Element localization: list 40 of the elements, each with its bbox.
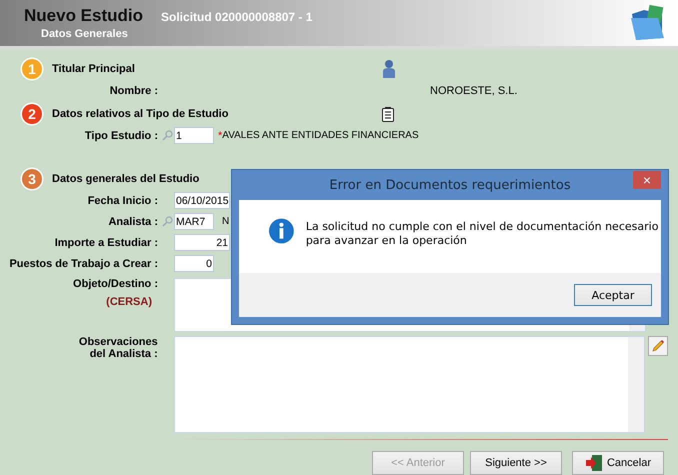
input-field[interactable]: MAR7 xyxy=(174,213,214,230)
step-number: 3 xyxy=(22,169,42,189)
input-field[interactable]: 06/10/2015 xyxy=(174,192,230,209)
folder-icon xyxy=(630,4,666,42)
field-label: Objeto/Destino : xyxy=(72,278,159,290)
dialog-title: Error en Documentos requerimientos xyxy=(329,178,571,192)
input-field[interactable]: 0 xyxy=(174,255,214,272)
dialog-message: La solicitud no cumple con el nivel de documentación necesario para avanzar en la operación xyxy=(306,219,660,248)
edit-button[interactable] xyxy=(648,336,668,356)
section-heading: Datos relativos al Tipo de Estudio xyxy=(52,108,228,120)
field-label: Analista : xyxy=(107,216,159,228)
field-label: Importe a Estudiar : xyxy=(54,236,159,248)
accept-button[interactable]: Aceptar xyxy=(574,284,652,306)
section-title: Datos Generales xyxy=(40,28,129,40)
field-label: Observaciones del Analista : xyxy=(78,336,159,360)
close-button[interactable]: × xyxy=(633,171,661,189)
nav-button[interactable]: Siguiente >> xyxy=(470,451,562,475)
person-icon[interactable] xyxy=(382,59,396,79)
input-field[interactable]: 1 xyxy=(174,127,214,144)
required-mark: * xyxy=(218,130,222,142)
nav-button[interactable]: Cancelar xyxy=(572,451,664,475)
exit-icon xyxy=(584,454,603,472)
field-value: NOROESTE, S.L. xyxy=(430,84,518,96)
step-number: 2 xyxy=(22,104,42,124)
input-field[interactable]: 21 xyxy=(174,234,230,251)
field-label: Tipo Estudio : xyxy=(84,130,159,142)
field-description: N xyxy=(222,216,230,227)
field-label: Puestos de Trabajo a Crear : xyxy=(8,258,159,270)
field-label: Nombre : xyxy=(108,84,159,96)
info-icon xyxy=(269,218,294,244)
page-title: Nuevo Estudio xyxy=(24,6,144,26)
step-number: 1 xyxy=(22,59,42,79)
pencil-icon xyxy=(651,339,666,353)
section-heading: Titular Principal xyxy=(52,63,135,75)
notepad-icon[interactable] xyxy=(382,106,394,122)
field-note: (CERSA) xyxy=(106,296,152,308)
field-description: AVALES ANTE ENTIDADES FINANCIERAS xyxy=(222,130,419,141)
request-number: Solicitud 020000008807 - 1 xyxy=(161,10,312,24)
field-label: Fecha Inicio : xyxy=(86,194,159,206)
section-heading: Datos generales del Estudio xyxy=(52,173,200,185)
